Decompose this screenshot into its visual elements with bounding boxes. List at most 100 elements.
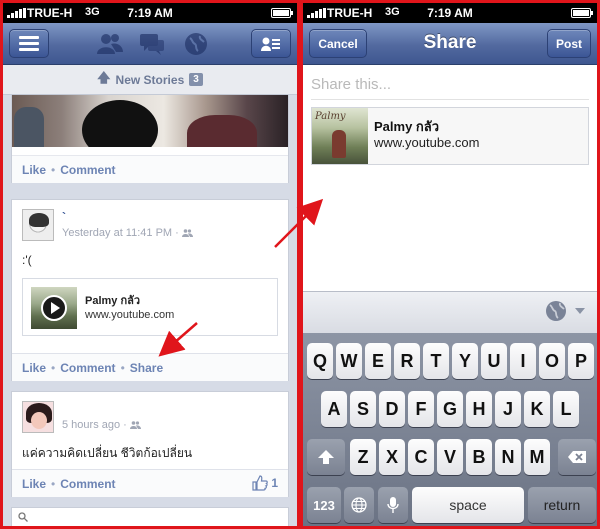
key-l[interactable]: L [553,391,579,427]
attachment-url: www.youtube.com [374,135,480,150]
key-k[interactable]: K [524,391,550,427]
key-y[interactable]: Y [452,343,478,379]
dictation-key[interactable] [378,487,408,523]
attachment-title: Palmy กลัว [374,119,440,134]
share-link[interactable]: Share [130,361,163,375]
messages-icon[interactable] [139,32,165,56]
like-link[interactable]: Like [22,361,46,375]
audience-globe-icon[interactable] [545,300,567,322]
audience-bar [303,291,597,333]
comment-link[interactable]: Comment [60,361,115,375]
new-stories-count: 3 [189,73,203,86]
key-e[interactable]: E [365,343,391,379]
key-s[interactable]: S [350,391,376,427]
key-d[interactable]: D [379,391,405,427]
key-a[interactable]: A [321,391,347,427]
key-i[interactable]: I [510,343,536,379]
status-time: 7:19 AM [127,6,173,20]
key-r[interactable]: R [394,343,420,379]
link-title: Palmy กลัว [85,295,141,307]
key-h[interactable]: H [466,391,492,427]
battery-icon [271,8,293,18]
key-w[interactable]: W [336,343,362,379]
friends-audience-icon [181,229,193,237]
key-u[interactable]: U [481,343,507,379]
story-photo[interactable] [12,95,288,147]
keyboard: Q W E R T Y U I O P A S D F G H J K L Z X C V B N M 123 space return [303,333,597,526]
feed-nav-bar [3,23,297,65]
shift-icon [318,450,334,464]
return-key[interactable]: return [528,487,596,523]
post-meta: 5 hours ago · [62,419,141,431]
post-time: Yesterday at 11:41 PM [62,227,173,239]
notifications-globe-icon[interactable] [183,32,209,56]
key-g[interactable]: G [437,391,463,427]
space-key[interactable]: space [412,487,524,523]
shift-key[interactable] [307,439,345,475]
share-composer: Palmy Palmy กลัว www.youtube.com [303,65,597,291]
link-url: www.youtube.com [85,309,175,321]
status-bar: TRUE-H 3G 7:19 AM [3,3,297,23]
share-text-input[interactable] [311,71,589,97]
story-actions: Like • Comment • Share [12,353,288,381]
post-text: แค่ความคิดเปลี่ยน ชีวิตก้อเปลี่ยน [22,446,193,460]
key-b[interactable]: B [466,439,492,475]
key-o[interactable]: O [539,343,565,379]
key-v[interactable]: V [437,439,463,475]
key-j[interactable]: J [495,391,521,427]
divider [311,99,589,100]
like-count[interactable]: 1 [252,475,278,491]
like-link[interactable]: Like [22,163,46,177]
story-actions: Like • Comment 1 [12,469,288,497]
key-x[interactable]: X [379,439,405,475]
feed-story-link: ` Yesterday at 11:41 PM · :'( Palmy กลัว… [11,199,289,381]
share-screen: TRUE-H 3G 7:19 AM Cancel Share Post Palm… [300,0,600,529]
key-t[interactable]: T [423,343,449,379]
keyboard-globe-key[interactable] [344,487,374,523]
comment-link[interactable]: Comment [60,163,115,177]
shared-link-preview[interactable]: Palmy กลัว www.youtube.com [22,278,278,336]
new-stories-label: New Stories [115,72,185,87]
shared-link-attachment: Palmy Palmy กลัว www.youtube.com [311,107,589,165]
key-z[interactable]: Z [350,439,376,475]
post-button[interactable]: Post [547,29,591,58]
like-count-value: 1 [271,476,278,490]
menu-button[interactable] [9,29,49,58]
globe-icon [351,497,367,513]
status-bar: TRUE-H 3G 7:19 AM [303,3,597,23]
friend-list-button[interactable] [251,29,291,58]
key-n[interactable]: N [495,439,521,475]
video-thumbnail: Palmy [312,108,368,164]
feed-story-next [11,507,289,526]
backspace-icon [568,451,586,463]
post-author[interactable]: ` [62,210,66,224]
backspace-key[interactable] [558,439,596,475]
avatar[interactable] [22,209,54,241]
friend-requests-icon[interactable] [97,32,123,56]
post-meta: Yesterday at 11:41 PM · [62,227,193,239]
key-q[interactable]: Q [307,343,333,379]
post-text: :'( [22,253,32,267]
news-feed: 🡅 New Stories 3 Like • Comment ` Yesterd… [3,65,297,526]
thumbs-up-icon [252,475,269,491]
post-time: 5 hours ago [62,419,121,431]
play-icon [41,295,67,321]
avatar[interactable] [22,401,54,433]
thumbnail-text: Palmy [315,111,346,122]
key-c[interactable]: C [408,439,434,475]
key-f[interactable]: F [408,391,434,427]
key-p[interactable]: P [568,343,594,379]
feed-story-photo: Like • Comment [11,95,289,183]
new-stories-bar[interactable]: 🡅 New Stories 3 [3,65,297,95]
story-actions: Like • Comment [12,155,288,183]
comment-link[interactable]: Comment [60,477,115,491]
like-link[interactable]: Like [22,477,46,491]
chevron-down-icon[interactable] [575,308,585,314]
video-thumbnail [31,287,77,329]
battery-icon [571,8,593,18]
magnifier-icon [18,512,28,522]
numbers-key[interactable]: 123 [307,487,341,523]
key-m[interactable]: M [524,439,550,475]
feed-story-status: 5 hours ago · แค่ความคิดเปลี่ยน ชีวิตก้อ… [11,391,289,497]
friend-list-icon [261,37,280,51]
